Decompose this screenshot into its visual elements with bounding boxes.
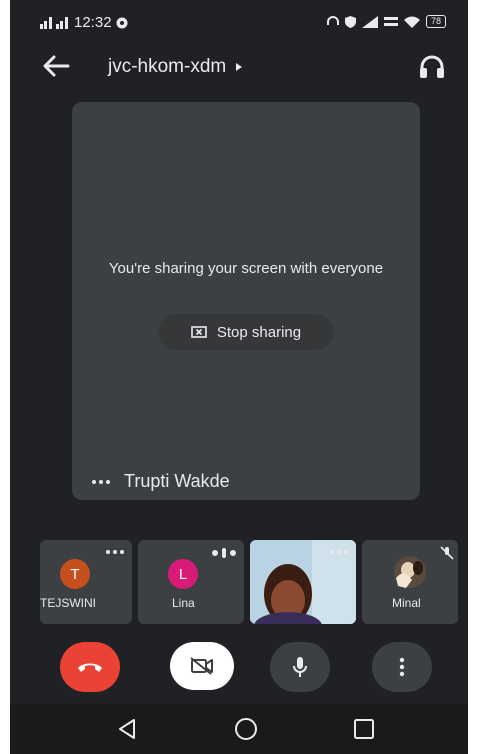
nav-recents-icon[interactable]: [350, 716, 378, 742]
participant-more-icon[interactable]: [330, 550, 348, 554]
mobile-signal-icon: [361, 15, 378, 28]
meeting-code: jvc-hkom-xdm: [108, 56, 227, 77]
status-bar: 12:32 78: [10, 0, 468, 44]
participant-tile-minal[interactable]: Minal: [362, 540, 458, 624]
participant-photo: [394, 556, 426, 588]
phone-screen: 12:32 78 jvc-hkom-xdm You're sharing you…: [10, 0, 468, 754]
mic-muted-icon: [440, 546, 454, 560]
headphone-status-icon: [326, 15, 339, 25]
headphones-icon[interactable]: [418, 53, 446, 81]
camera-toggle-button[interactable]: [170, 642, 234, 690]
status-right: 78: [326, 15, 446, 28]
caret-right-icon: [236, 63, 243, 71]
shield-icon: [344, 15, 356, 28]
participant-name: TEJSWINI: [40, 596, 96, 610]
status-time: 12:32: [74, 14, 112, 31]
data-speed-icon: [383, 16, 398, 26]
battery-indicator: 78: [425, 15, 446, 28]
status-left: 12:32: [40, 14, 128, 31]
more-options-button[interactable]: [372, 642, 432, 692]
nav-home-icon[interactable]: [232, 716, 260, 742]
stop-sharing-label: Stop sharing: [216, 323, 302, 341]
participant-tile-lina[interactable]: L Lina: [138, 540, 244, 624]
signal-icon: [40, 16, 68, 29]
call-controls: [10, 640, 468, 696]
presenter-more-icon[interactable]: [92, 479, 110, 484]
phone-hangup-icon: [78, 663, 102, 672]
avatar: L: [168, 559, 198, 589]
presenter-label: Trupti Wakde: [92, 471, 230, 492]
microphone-button[interactable]: [270, 642, 330, 692]
meeting-title[interactable]: jvc-hkom-xdm: [108, 56, 243, 78]
participant-more-icon[interactable]: [106, 550, 124, 554]
top-bar: jvc-hkom-xdm: [10, 44, 468, 90]
participant-tile-video[interactable]: [250, 540, 356, 624]
stop-share-icon: [191, 326, 207, 338]
speaking-indicator-icon: [212, 548, 236, 558]
participant-name: Lina: [172, 596, 195, 610]
back-arrow-icon[interactable]: [42, 53, 70, 79]
presentation-tile: You're sharing your screen with everyone…: [72, 102, 420, 500]
participant-strip[interactable]: T TEJSWINI L Lina Minal: [10, 540, 468, 624]
nav-back-icon[interactable]: [114, 716, 142, 742]
sharing-message: You're sharing your screen with everyone: [108, 260, 384, 277]
participant-tile-tejswini[interactable]: T TEJSWINI: [40, 540, 132, 624]
avatar: T: [60, 559, 90, 589]
end-call-button[interactable]: [60, 642, 120, 692]
presenter-name: Trupti Wakde: [124, 471, 230, 491]
wifi-icon: [403, 16, 420, 28]
stop-sharing-button[interactable]: Stop sharing: [158, 314, 334, 350]
participant-name: Minal: [392, 596, 421, 610]
more-vertical-icon: [399, 657, 405, 677]
navigation-bar: [10, 704, 468, 754]
camera-off-icon: [190, 657, 213, 675]
microphone-icon: [293, 657, 307, 677]
app-notification-icon: [116, 17, 128, 28]
